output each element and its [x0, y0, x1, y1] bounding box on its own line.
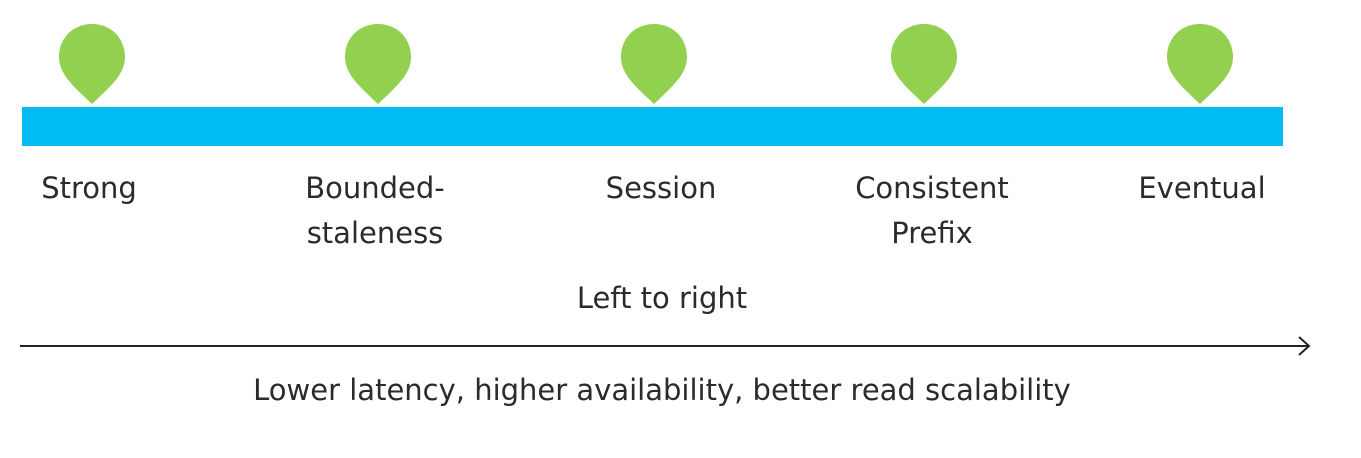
- consistency-spectrum-bar: [22, 107, 1283, 146]
- level-pin-strong: [57, 22, 127, 106]
- level-label-session: Session: [605, 171, 717, 205]
- level-pin-bounded-staleness: [343, 22, 413, 106]
- right-arrow-icon: [20, 336, 1311, 356]
- location-pin-icon: [345, 24, 411, 104]
- direction-caption: Left to right: [576, 281, 748, 315]
- location-pin-icon: [621, 24, 687, 104]
- level-pin-eventual: [1165, 22, 1235, 106]
- level-pin-session: [619, 22, 689, 106]
- spectrum-bar-shape: [22, 107, 1283, 146]
- level-label-eventual: Eventual: [1138, 171, 1266, 205]
- level-pin-consistent-prefix: [889, 22, 959, 106]
- level-label-consistent-prefix: Consistent Prefix: [855, 171, 1009, 250]
- level-label-bounded-staleness: Bounded- staleness: [305, 171, 445, 250]
- location-pin-icon: [59, 24, 125, 104]
- direction-arrow: [20, 333, 1315, 359]
- location-pin-icon: [1167, 24, 1233, 104]
- benefits-caption: Lower latency, higher availability, bett…: [253, 373, 1071, 407]
- consistency-levels-diagram: Strong Bounded- staleness Session Consis…: [0, 0, 1361, 458]
- level-label-strong: Strong: [41, 171, 137, 205]
- location-pin-icon: [891, 24, 957, 104]
